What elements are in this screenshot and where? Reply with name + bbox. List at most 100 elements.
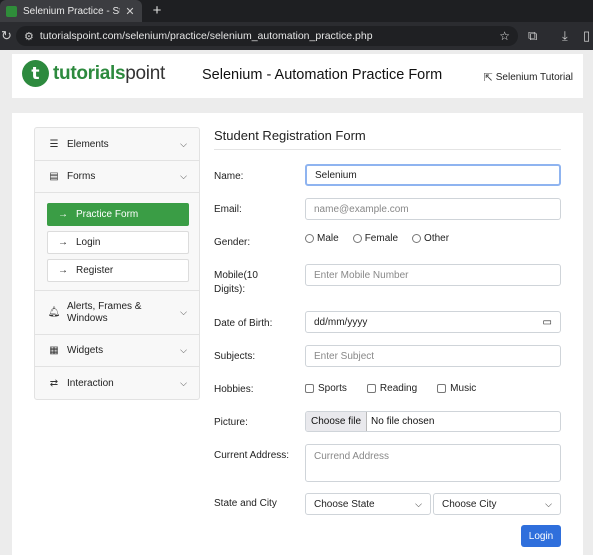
url-text: tutorialspoint.com/selenium/practice/sel… bbox=[39, 30, 373, 42]
gender-female-option[interactable]: Female bbox=[352, 233, 399, 244]
hobbies-label: Hobbies: bbox=[214, 384, 254, 395]
logo-mark-icon: t bbox=[22, 60, 49, 87]
subjects-label: Subjects: bbox=[214, 351, 256, 362]
state-city-label: State and City bbox=[214, 498, 277, 509]
city-select[interactable]: Choose City ⌵ bbox=[433, 493, 561, 515]
file-status: No file chosen bbox=[371, 416, 435, 427]
menu-icon: ☰ bbox=[49, 138, 59, 150]
download-icon[interactable]: ⤓ bbox=[562, 28, 568, 44]
name-input[interactable]: Selenium bbox=[305, 164, 561, 186]
external-link-icon: ⇱ bbox=[483, 72, 493, 84]
reload-icon[interactable]: ↻ bbox=[1, 28, 12, 44]
address-textarea[interactable]: Currend Address bbox=[305, 444, 561, 482]
bell-icon: 🔔︎ bbox=[47, 307, 61, 318]
state-select[interactable]: Choose State ⌵ bbox=[305, 493, 431, 515]
mobile-input[interactable]: Enter Mobile Number bbox=[305, 264, 561, 286]
close-tab-icon[interactable]: ✕ bbox=[124, 5, 136, 18]
sidebar-item-alerts[interactable]: 🔔︎ Alerts, Frames & Windows ⌵ bbox=[35, 291, 199, 335]
subjects-input[interactable]: Enter Subject bbox=[305, 345, 561, 367]
chevron-down-icon: ⌵ bbox=[180, 307, 187, 317]
extensions-icon[interactable]: ⧉ bbox=[528, 28, 537, 44]
form-title: Student Registration Form bbox=[214, 128, 366, 143]
sidebar-item-elements[interactable]: ☰ Elements ⌵ bbox=[35, 128, 199, 161]
page-title: Selenium - Automation Practice Form bbox=[202, 67, 443, 83]
sidebar-item-forms[interactable]: ▤ Forms ⌵ bbox=[35, 161, 199, 193]
hobby-sports-option[interactable]: Sports bbox=[305, 383, 347, 394]
checkbox[interactable] bbox=[437, 384, 447, 393]
side-panel-icon[interactable]: ▯ bbox=[583, 28, 590, 44]
radio-button[interactable] bbox=[352, 234, 362, 243]
dob-input[interactable]: dd/mm/yyyy ▭ bbox=[305, 311, 561, 333]
gender-female-label: Female bbox=[364, 233, 399, 244]
page: t tutorialspoint Selenium - Automation P… bbox=[0, 50, 593, 555]
email-label: Email: bbox=[214, 204, 242, 215]
form-icon: ▤ bbox=[49, 171, 59, 182]
hobby-sports-label: Sports bbox=[318, 383, 347, 394]
hobby-music-option[interactable]: Music bbox=[437, 383, 476, 394]
sidebar-item-widgets[interactable]: ▦ Widgets ⌵ bbox=[35, 335, 199, 367]
main-card: ☰ Elements ⌵ ▤ Forms ⌵ → Practice Form →… bbox=[12, 113, 583, 555]
radio-button[interactable] bbox=[305, 234, 314, 243]
gender-radio-group: Male Female Other bbox=[305, 233, 463, 244]
gender-other-label: Other bbox=[424, 233, 450, 244]
arrow-right-icon: → bbox=[58, 209, 68, 220]
tab-title: Selenium Practice - Student bbox=[23, 5, 120, 17]
calendar-icon[interactable]: ▭ bbox=[543, 317, 552, 328]
chevron-down-icon: ⌵ bbox=[180, 377, 187, 388]
new-tab-icon[interactable]: + bbox=[149, 2, 165, 19]
sidebar-forms-label: Forms bbox=[67, 171, 96, 182]
gender-male-label: Male bbox=[317, 233, 339, 244]
widgets-icon: ▦ bbox=[49, 345, 59, 356]
sidebar: ☰ Elements ⌵ ▤ Forms ⌵ → Practice Form →… bbox=[34, 127, 200, 400]
sidebar-item-interaction[interactable]: ⇄ Interaction ⌵ bbox=[35, 367, 199, 399]
email-input[interactable]: name@example.com bbox=[305, 198, 561, 220]
sidebar-elements-label: Elements bbox=[67, 138, 109, 150]
browser-tab[interactable]: Selenium Practice - Student ✕ bbox=[0, 0, 142, 22]
chevron-down-icon: ⌵ bbox=[415, 498, 422, 509]
divider bbox=[214, 149, 561, 150]
state-select-text: Choose State bbox=[314, 498, 375, 510]
arrow-right-icon: → bbox=[58, 237, 68, 248]
site-header: t tutorialspoint Selenium - Automation P… bbox=[12, 54, 583, 98]
logo[interactable]: t tutorialspoint bbox=[22, 60, 165, 87]
favicon-icon bbox=[6, 5, 17, 17]
hobbies-checkbox-group: Sports Reading Music bbox=[305, 383, 490, 394]
swap-arrows-icon: ⇄ bbox=[49, 377, 59, 389]
radio-button[interactable] bbox=[412, 234, 422, 243]
choose-file-button[interactable]: Choose file bbox=[306, 412, 368, 431]
forms-submenu: → Practice Form → Login → Register bbox=[35, 193, 199, 291]
checkbox[interactable] bbox=[366, 384, 376, 393]
bookmark-star-icon[interactable]: ☆ bbox=[499, 29, 510, 43]
selenium-tutorial-label: Selenium Tutorial bbox=[495, 72, 573, 83]
chevron-down-icon: ⌵ bbox=[180, 345, 187, 355]
dob-placeholder: dd/mm/yyyy bbox=[314, 316, 368, 328]
selenium-tutorial-link[interactable]: ⇱ Selenium Tutorial bbox=[484, 71, 573, 84]
hobby-music-label: Music bbox=[450, 383, 477, 394]
submenu-register[interactable]: → Register bbox=[47, 259, 189, 282]
picture-label: Picture: bbox=[214, 417, 248, 428]
submenu-login[interactable]: → Login bbox=[47, 231, 189, 254]
gender-other-option[interactable]: Other bbox=[412, 233, 449, 244]
chevron-down-icon: ⌵ bbox=[545, 498, 552, 509]
submenu-practice-form[interactable]: → Practice Form bbox=[47, 203, 189, 226]
gender-male-option[interactable]: Male bbox=[305, 233, 339, 244]
address-bar: ↻ ⚙ tutorialspoint.com/selenium/practice… bbox=[0, 22, 593, 50]
name-label: Name: bbox=[214, 171, 244, 182]
submenu-practice-form-label: Practice Form bbox=[76, 209, 139, 220]
mobile-label-line2: Digits): bbox=[214, 284, 246, 295]
submenu-login-label: Login bbox=[76, 237, 101, 248]
hobby-reading-label: Reading bbox=[379, 383, 418, 394]
checkbox[interactable] bbox=[305, 384, 314, 393]
gender-label: Gender: bbox=[214, 237, 251, 248]
logo-text-part2: point bbox=[125, 62, 165, 84]
url-field[interactable]: ⚙ tutorialspoint.com/selenium/practice/s… bbox=[16, 26, 518, 46]
browser-tab-bar: Selenium Practice - Student ✕ + bbox=[0, 0, 593, 22]
logo-text-part1: tutorials bbox=[53, 62, 126, 84]
sidebar-widgets-label: Widgets bbox=[67, 345, 104, 356]
picture-file-input[interactable]: Choose file No file chosen bbox=[305, 411, 561, 432]
hobby-reading-option[interactable]: Reading bbox=[366, 383, 418, 394]
login-button[interactable]: Login bbox=[521, 525, 561, 547]
site-info-icon[interactable]: ⚙ bbox=[24, 30, 34, 43]
chevron-down-icon: ⌵ bbox=[180, 138, 187, 149]
sidebar-alerts-label: Alerts, Frames & Windows bbox=[67, 300, 142, 324]
